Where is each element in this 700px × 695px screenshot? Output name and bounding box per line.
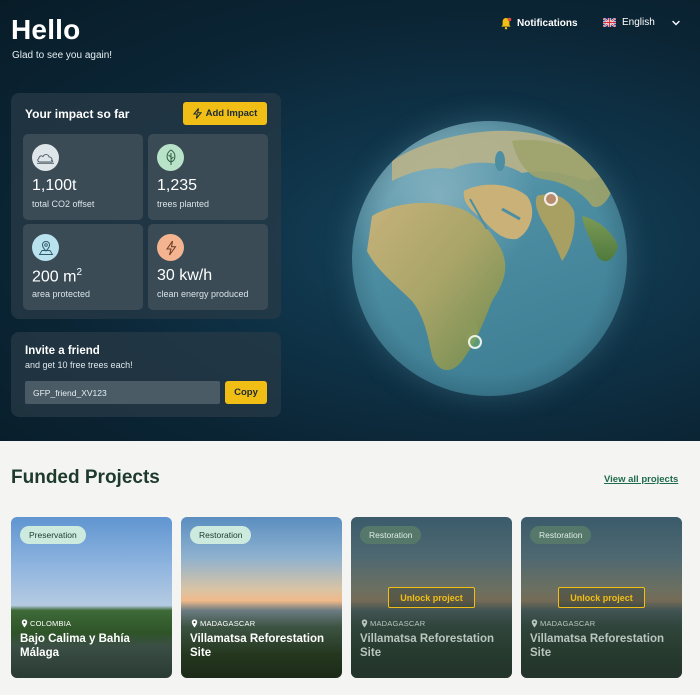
project-location-label: MADAGASCAR <box>370 619 426 628</box>
globe-landmass <box>367 130 618 371</box>
invite-subtitle: and get 10 free trees each! <box>25 360 133 370</box>
chevron-down-icon[interactable] <box>671 18 681 28</box>
unlock-project-button[interactable]: Unlock project <box>558 587 645 608</box>
project-name: Villamatsa Reforestation Site <box>360 633 495 659</box>
lightning-icon <box>157 234 184 261</box>
invite-panel: Invite a friend and get 10 free trees ea… <box>11 332 281 417</box>
globe[interactable] <box>352 121 627 396</box>
language-label: English <box>622 17 655 28</box>
add-impact-button[interactable]: Add Impact <box>183 102 267 125</box>
stat-label: trees planted <box>157 199 210 209</box>
map-pin-icon <box>531 619 538 628</box>
stat-value-number: 200 m <box>32 268 77 286</box>
stat-energy: 30 kw/h clean energy produced <box>148 224 268 310</box>
hero-section: Hello Glad to see you again! Notificatio… <box>0 0 700 441</box>
notifications-label: Notifications <box>517 18 578 29</box>
globe-sphere <box>352 121 627 396</box>
greeting-subtitle: Glad to see you again! <box>12 50 113 61</box>
stat-value: 1,100t <box>32 177 77 194</box>
project-badge: Restoration <box>360 526 422 544</box>
tree-icon <box>157 144 184 171</box>
impact-panel: Your impact so far Add Impact 1,100t tot… <box>11 93 281 319</box>
stat-co2: 1,100t total CO2 offset <box>23 134 143 220</box>
project-location: MADAGASCAR <box>191 619 255 628</box>
stat-label: total CO2 offset <box>32 199 95 209</box>
language-selector[interactable]: English <box>603 17 655 28</box>
project-location-label: MADAGASCAR <box>200 619 256 628</box>
stat-label: clean energy produced <box>157 289 249 299</box>
stat-value-superscript: 2 <box>76 267 83 278</box>
project-location-label: COLOMBIA <box>30 619 72 628</box>
project-location: MADAGASCAR <box>361 619 425 628</box>
lightning-icon <box>192 108 202 119</box>
add-impact-label: Add Impact <box>205 108 258 119</box>
view-all-projects-link[interactable]: View all projects <box>604 474 678 485</box>
map-pin-icon <box>191 619 198 628</box>
project-badge: Restoration <box>190 526 252 544</box>
stat-value: 1,235 <box>157 177 198 194</box>
project-location-label: MADAGASCAR <box>540 619 596 628</box>
uk-flag-icon <box>603 18 616 27</box>
invite-title: Invite a friend <box>25 345 100 357</box>
bell-icon <box>500 17 512 30</box>
project-card-locked[interactable]: Restoration Unlock project MADAGASCAR Vi… <box>351 517 512 678</box>
greeting-title: Hello <box>11 14 81 45</box>
project-name: Bajo Calima y Bahía Málaga <box>20 633 130 659</box>
map-pin-icon <box>21 619 28 628</box>
project-location: MADAGASCAR <box>531 619 595 628</box>
project-badge: Restoration <box>530 526 592 544</box>
project-name: Villamatsa Reforestation Site <box>530 633 665 659</box>
unlock-project-button[interactable]: Unlock project <box>388 587 475 608</box>
invite-code-field[interactable] <box>25 381 220 404</box>
notifications-button[interactable]: Notifications <box>500 17 578 30</box>
stat-value: 30 kw/h <box>157 267 213 284</box>
impact-title: Your impact so far <box>25 107 130 121</box>
map-pin-icon <box>32 234 59 261</box>
copy-button[interactable]: Copy <box>225 381 267 404</box>
project-marker[interactable] <box>468 335 482 349</box>
stat-value: 200 m2 <box>32 267 82 286</box>
project-card[interactable]: Restoration MADAGASCAR Villamatsa Refore… <box>181 517 342 678</box>
project-marker[interactable] <box>544 192 558 206</box>
stat-trees: 1,235 trees planted <box>148 134 268 220</box>
cloud-icon <box>32 144 59 171</box>
project-location: COLOMBIA <box>21 619 71 628</box>
project-card-locked[interactable]: Restoration Unlock project MADAGASCAR Vi… <box>521 517 682 678</box>
project-card[interactable]: Preservation COLOMBIA Bajo Calima y Bahí… <box>11 517 172 678</box>
project-name: Villamatsa Reforestation Site <box>190 633 325 659</box>
map-pin-icon <box>361 619 368 628</box>
funded-projects-title: Funded Projects <box>11 467 160 488</box>
stat-area: 200 m2 area protected <box>23 224 143 310</box>
stat-label: area protected <box>32 289 91 299</box>
project-badge: Preservation <box>20 526 86 544</box>
